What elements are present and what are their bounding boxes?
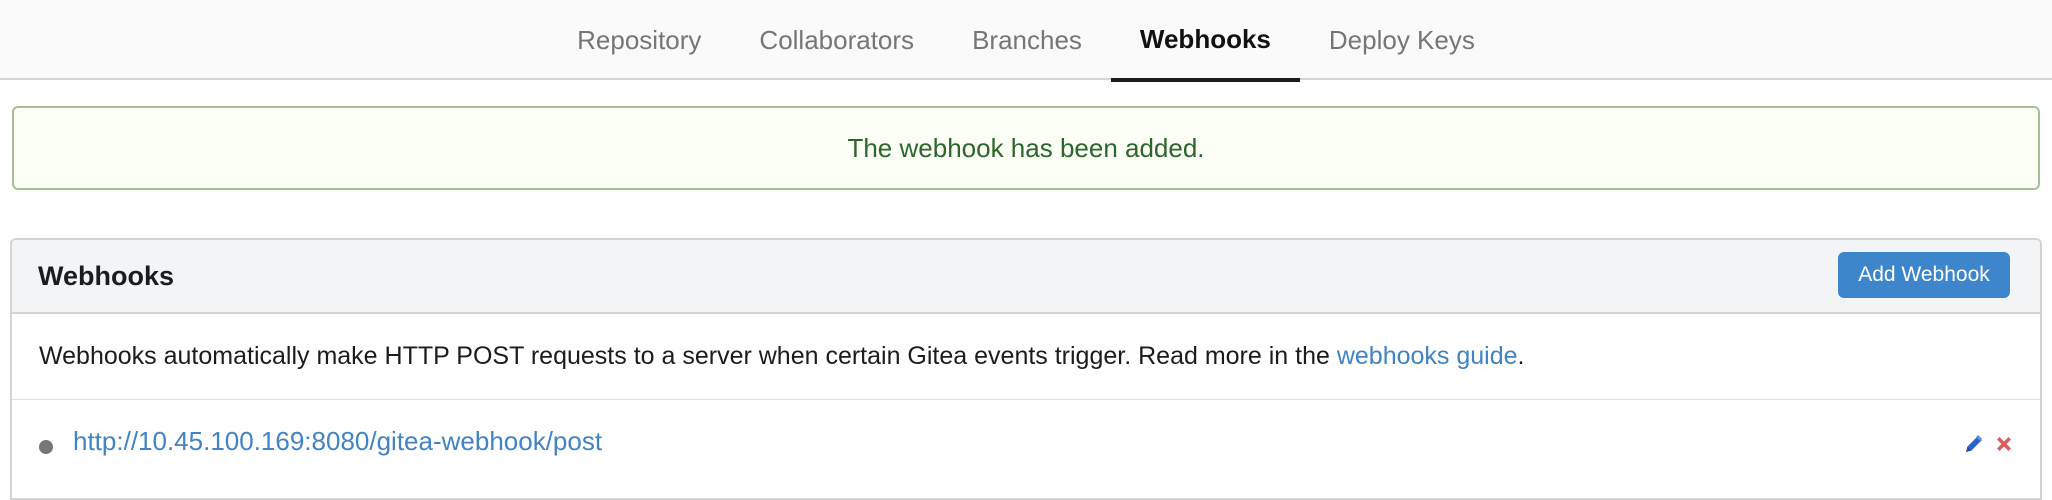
description-suffix: . xyxy=(1517,342,1525,370)
panel-title: Webhooks xyxy=(38,260,175,291)
webhooks-description: Webhooks automatically make HTTP POST re… xyxy=(12,314,2040,400)
settings-tabbar: Repository Collaborators Branches Webhoo… xyxy=(0,0,2052,82)
flash-text: The webhook has been added. xyxy=(847,132,1205,163)
success-flash-message: The webhook has been added. xyxy=(12,106,2040,190)
webhooks-guide-link[interactable]: webhooks guide xyxy=(1337,342,1518,371)
tab-webhooks[interactable]: Webhooks xyxy=(1110,0,1300,82)
status-dot-icon xyxy=(39,440,53,454)
description-text: Webhooks automatically make HTTP POST re… xyxy=(39,342,1330,370)
tab-collaborators[interactable]: Collaborators xyxy=(730,0,943,80)
settings-tabs: Repository Collaborators Branches Webhoo… xyxy=(0,0,2052,82)
webhook-actions xyxy=(1962,432,2016,456)
tab-branches[interactable]: Branches xyxy=(943,0,1111,80)
pencil-icon[interactable] xyxy=(1962,432,1986,456)
webhook-url-link[interactable]: http://10.45.100.169:8080/gitea-webhook/… xyxy=(73,426,602,457)
webhook-list-item: http://10.45.100.169:8080/gitea-webhook/… xyxy=(12,400,2040,482)
webhooks-panel-header: Webhooks Add Webhook xyxy=(12,240,2040,314)
webhooks-panel: Webhooks Add Webhook Webhooks automatica… xyxy=(10,238,2042,500)
add-webhook-button[interactable]: Add Webhook xyxy=(1838,252,2010,298)
tab-deploy-keys[interactable]: Deploy Keys xyxy=(1300,0,1504,80)
close-icon[interactable] xyxy=(1992,432,2016,456)
tab-repository[interactable]: Repository xyxy=(548,0,730,80)
